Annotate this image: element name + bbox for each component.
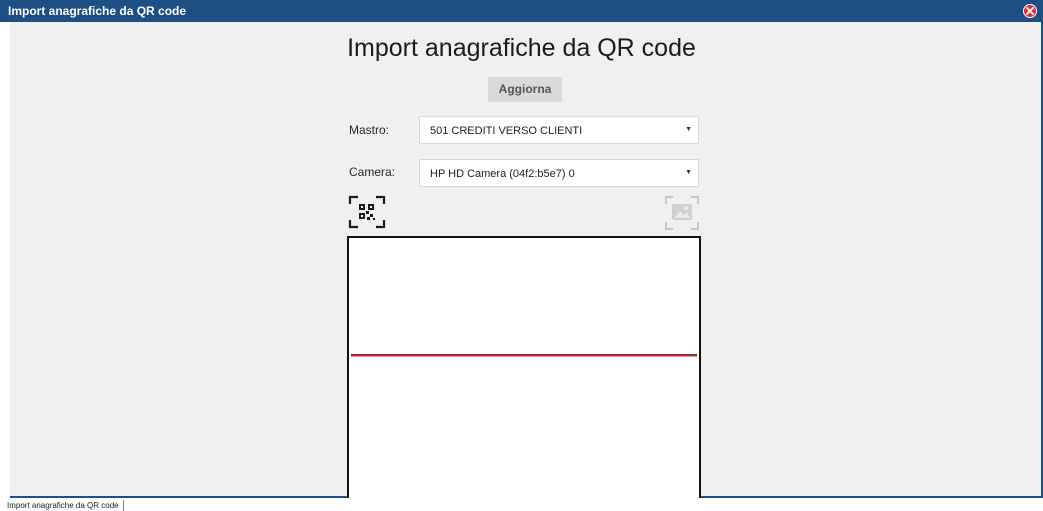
camera-selected-value: HP HD Camera (04f2:b5e7) 0 [430, 168, 575, 180]
camera-label: Camera: [349, 165, 396, 179]
mastro-label: Mastro: [349, 123, 390, 137]
window-title: Import anagrafiche da QR code [8, 4, 187, 18]
camera-select[interactable]: HP HD Camera (04f2:b5e7) 0 ▼ [419, 159, 699, 187]
close-icon [1026, 7, 1034, 15]
mastro-select[interactable]: 501 CREDITI VERSO CLIENTI ▼ [419, 116, 699, 144]
title-bar[interactable]: Import anagrafiche da QR code [0, 0, 1043, 22]
left-border-strip [0, 22, 10, 498]
camera-preview [347, 236, 701, 498]
mastro-selected-value: 501 CREDITI VERSO CLIENTI [430, 125, 583, 137]
dialog-window: Import anagrafiche da QR code Import ana… [0, 0, 1043, 498]
image-scan-icon[interactable] [664, 195, 700, 236]
close-button[interactable] [1023, 4, 1037, 18]
qr-scan-icon[interactable] [347, 193, 387, 236]
scan-line [351, 354, 697, 357]
chevron-down-icon: ▼ [685, 126, 692, 133]
refresh-button[interactable]: Aggiorna [488, 77, 562, 102]
chevron-down-icon: ▼ [685, 169, 692, 176]
page-title: Import anagrafiche da QR code [347, 34, 696, 62]
taskbar-tab[interactable]: Import anagrafiche da QR code [4, 500, 124, 511]
